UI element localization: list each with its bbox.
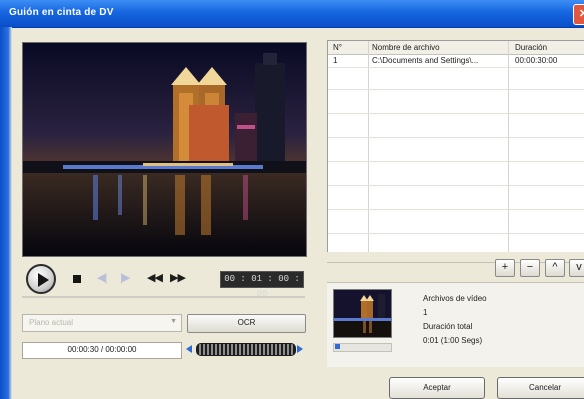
template-dropdown[interactable]: Plano actual ▼ [22, 314, 182, 332]
preview-image [23, 43, 306, 256]
jog-left-icon[interactable] [186, 345, 192, 353]
video-preview [22, 42, 307, 257]
dialog-window: Guión en cinta de DV ✕ N° Nombre de arch… [0, 0, 584, 399]
play-icon[interactable] [26, 264, 56, 294]
remove-clip-button[interactable]: − [520, 259, 540, 277]
column-divider [508, 41, 509, 253]
info-value-files: 1 [423, 308, 428, 317]
column-number[interactable]: N° [333, 43, 342, 52]
move-up-button[interactable]: ^ [545, 259, 565, 277]
fast-forward-icon[interactable]: ▶▶ [170, 272, 186, 284]
column-filename[interactable]: Nombre de archivo [372, 43, 440, 52]
seek-bar[interactable] [22, 296, 305, 298]
row-divider [328, 233, 584, 234]
window-frame-left [0, 27, 12, 399]
ok-button[interactable]: Aceptar [389, 377, 485, 399]
rewind-icon[interactable]: ◀◀ [147, 272, 163, 284]
window-title: Guión en cinta de DV [9, 7, 114, 18]
clip-thumbnail [333, 289, 392, 338]
next-frame-icon[interactable]: |▶ [120, 272, 130, 284]
row-divider [328, 67, 584, 68]
column-duration[interactable]: Duración [515, 43, 547, 52]
close-icon[interactable]: ✕ [573, 4, 584, 25]
jog-shuttle-icon[interactable] [196, 343, 296, 356]
cancel-button[interactable]: Cancelar [497, 377, 584, 399]
file-list[interactable]: N° Nombre de archivo Duración 1 C:\Docum… [327, 40, 584, 254]
title-bar[interactable]: Guión en cinta de DV ✕ [0, 0, 584, 28]
stop-icon[interactable] [73, 275, 81, 283]
add-clip-button[interactable]: + [495, 259, 515, 277]
row-divider [328, 137, 584, 138]
previous-frame-icon[interactable]: ◀| [97, 272, 107, 284]
row-divider [328, 161, 584, 162]
row-divider [328, 89, 584, 90]
jog-right-icon[interactable] [297, 345, 303, 353]
thumbnail-status-bar [333, 343, 392, 352]
row-divider [328, 209, 584, 210]
info-label-duration: Duración total [423, 322, 473, 331]
timecode-display: 00 : 01 : 00 : 00 [220, 271, 304, 299]
info-label-files: Archivos de vídeo [423, 294, 487, 303]
row-divider [328, 113, 584, 114]
file-list-header: N° Nombre de archivo Duración [328, 41, 584, 55]
column-divider [368, 41, 369, 253]
clip-indicator-icon [335, 344, 340, 349]
info-value-duration: 0:01 (1:00 Segs) [423, 336, 483, 345]
row-1-duration[interactable]: 00:00:30:00 [515, 56, 557, 65]
play-triangle [38, 273, 49, 287]
dropdown-value: Plano actual [29, 318, 74, 327]
time-range-field[interactable]: 00:00:30 / 00:00:00 [22, 342, 182, 359]
chevron-down-icon: ▼ [170, 318, 177, 325]
row-1-number[interactable]: 1 [333, 56, 337, 65]
thumbnail-image [334, 290, 391, 337]
ocr-button[interactable]: OCR [187, 314, 306, 333]
row-1-filename[interactable]: C:\Documents and Settings\... [372, 56, 478, 65]
move-down-button[interactable]: v [569, 259, 584, 277]
row-divider [328, 185, 584, 186]
